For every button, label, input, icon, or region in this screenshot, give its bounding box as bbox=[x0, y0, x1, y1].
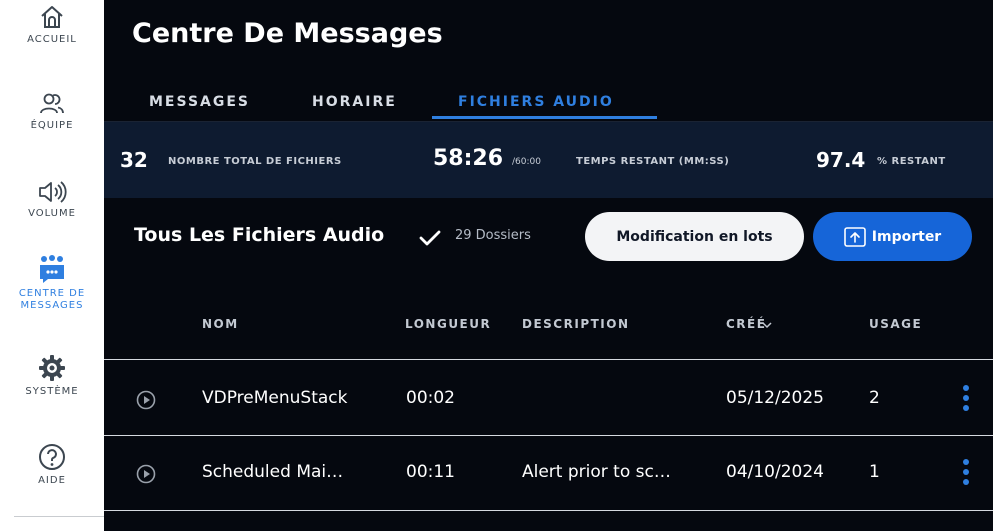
gear-icon bbox=[39, 355, 65, 381]
nav-label-message-center: CENTRE DE MESSAGES bbox=[18, 288, 86, 311]
nav-item-help[interactable]: AIDE bbox=[0, 443, 104, 487]
tab-audio-files[interactable]: FICHIERS AUDIO bbox=[458, 94, 614, 110]
batch-edit-button[interactable]: Modification en lots bbox=[585, 212, 804, 261]
stats-bar: 32 NOMBRE TOTAL DE FICHIERS 58:26 /60:00… bbox=[104, 122, 993, 198]
file-name: VDPreMenuStack bbox=[202, 388, 348, 408]
file-usage: 1 bbox=[869, 462, 880, 482]
file-length: 00:11 bbox=[406, 462, 455, 482]
nav-label-home: ACCUEIL bbox=[27, 34, 77, 45]
active-tab-indicator bbox=[432, 116, 657, 119]
nav-label-help: AIDE bbox=[38, 475, 66, 486]
tab-schedule[interactable]: HORAIRE bbox=[312, 94, 397, 110]
team-icon bbox=[40, 93, 64, 114]
home-icon bbox=[41, 6, 63, 28]
message-center-icon bbox=[40, 255, 64, 283]
total-files-label: NOMBRE TOTAL DE FICHIERS bbox=[168, 156, 342, 167]
help-icon bbox=[39, 444, 65, 470]
nav-item-message-center[interactable]: CENTRE DE MESSAGES bbox=[0, 254, 104, 312]
column-header-length[interactable]: LONGUEUR bbox=[405, 317, 491, 331]
main-panel: Centre De Messages MESSAGES HORAIRE FICH… bbox=[104, 0, 993, 531]
column-header-description[interactable]: DESCRIPTION bbox=[522, 317, 630, 331]
more-options-icon[interactable] bbox=[962, 458, 970, 486]
more-options-icon[interactable] bbox=[962, 384, 970, 412]
file-length: 00:02 bbox=[406, 388, 455, 408]
file-created: 04/10/2024 bbox=[726, 462, 824, 482]
file-created: 05/12/2025 bbox=[726, 388, 824, 408]
tab-messages[interactable]: MESSAGES bbox=[149, 94, 250, 110]
nav-label-volume: VOLUME bbox=[28, 208, 76, 219]
percent-remaining-value: 97.4 bbox=[816, 148, 866, 172]
volume-icon bbox=[39, 181, 67, 203]
import-button[interactable]: Importer bbox=[813, 212, 972, 261]
table-divider bbox=[104, 359, 993, 360]
table-row-divider bbox=[104, 435, 993, 436]
file-name: Scheduled Mai… bbox=[202, 462, 344, 482]
table-row-divider bbox=[104, 510, 993, 511]
upload-icon bbox=[843, 226, 866, 247]
column-header-name[interactable]: NOM bbox=[202, 317, 239, 331]
audio-filter-title: Tous Les Fichiers Audio bbox=[134, 224, 385, 246]
play-icon[interactable] bbox=[136, 390, 156, 410]
batch-edit-label: Modification en lots bbox=[616, 228, 773, 245]
time-total-value: /60:00 bbox=[512, 157, 541, 167]
page-title: Centre De Messages bbox=[132, 18, 443, 49]
time-remaining-value: 58:26 bbox=[433, 146, 504, 171]
sidebar-divider bbox=[14, 516, 104, 517]
play-icon[interactable] bbox=[136, 464, 156, 484]
file-description: Alert prior to sc… bbox=[522, 462, 671, 482]
sort-chevron-down-icon[interactable] bbox=[761, 320, 773, 330]
file-usage: 2 bbox=[869, 388, 880, 408]
nav-item-volume[interactable]: VOLUME bbox=[0, 180, 104, 220]
time-remaining-label: TEMPS RESTANT (MM:SS) bbox=[576, 156, 730, 167]
sidebar: ACCUEIL ÉQUIPE VOLUME CENTRE DE MESSAGES… bbox=[0, 0, 104, 531]
column-header-usage[interactable]: USAGE bbox=[869, 317, 922, 331]
nav-item-team[interactable]: ÉQUIPE bbox=[0, 92, 104, 132]
checkmark-dropdown-icon[interactable] bbox=[418, 229, 442, 247]
nav-item-system[interactable]: SYSTÈME bbox=[0, 354, 104, 398]
import-label: Importer bbox=[871, 228, 942, 245]
folder-count: 29 Dossiers bbox=[455, 228, 531, 243]
nav-item-home[interactable]: ACCUEIL bbox=[0, 4, 104, 46]
percent-remaining-label: % RESTANT bbox=[877, 156, 946, 167]
nav-label-team: ÉQUIPE bbox=[30, 120, 74, 131]
total-files-value: 32 bbox=[120, 148, 148, 172]
nav-label-system: SYSTÈME bbox=[25, 386, 79, 397]
